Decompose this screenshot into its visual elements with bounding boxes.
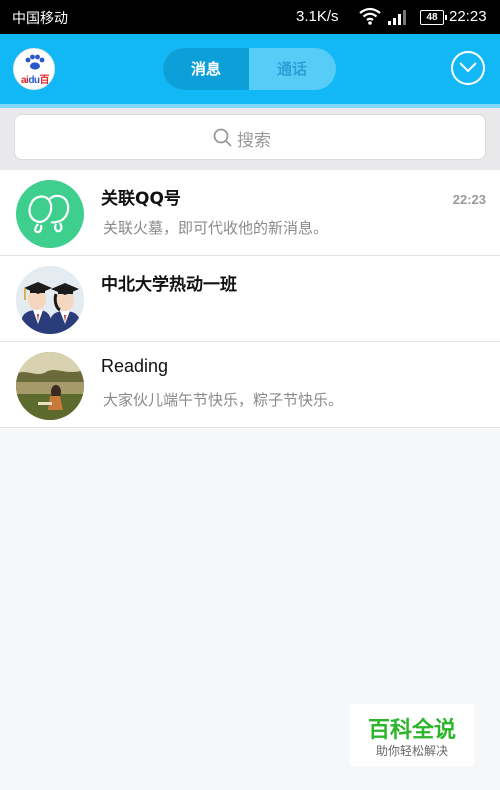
graduates-icon (16, 266, 84, 334)
status-time: 22:23 (449, 8, 487, 25)
carrier-label: 中国移动 (12, 11, 68, 27)
reading-avatar (16, 352, 84, 420)
conversation-preview: 关联火墓，即可代收他的新消息。 (103, 219, 329, 237)
linked-qq-avatar (16, 180, 84, 248)
conversation-time: 22:23 (452, 192, 486, 207)
search-area: 搜索 (0, 108, 500, 170)
tab-switcher: 消息 通话 (163, 48, 336, 90)
baidu-logo-text: aidu百 (20, 75, 50, 86)
tab-messages[interactable]: 消息 (163, 48, 249, 90)
user-avatar[interactable]: aidu百 (13, 48, 55, 90)
dropdown-button[interactable] (451, 51, 485, 85)
photo-thumbnail (16, 352, 84, 420)
signal-icon (388, 9, 410, 29)
battery-indicator: 48 (420, 10, 447, 25)
search-placeholder: 搜索 (237, 131, 271, 151)
app-header: aidu百 消息 通话 (0, 34, 500, 104)
conversation-name: Reading (101, 356, 169, 376)
conversation-preview: 大家伙儿端午节快乐，粽子节快乐。 (103, 391, 344, 409)
conversation-list: 关联QQ号 关联火墓，即可代收他的新消息。 22:23 中北大学热动一班 Rea… (0, 170, 500, 428)
watermark-title: 百科全说 (367, 718, 456, 743)
watermark: 百科全说 助你轻松解决 (350, 704, 474, 766)
conversation-item-reading[interactable]: Reading 大家伙儿端午节快乐，粽子节快乐。 (0, 342, 500, 428)
status-bar: 中国移动 3.1K/s 48 22:23 (0, 0, 500, 34)
tab-calls[interactable]: 通话 (249, 48, 335, 90)
conversation-name: 中北大学热动一班 (101, 275, 237, 295)
linked-accounts-icon (28, 194, 70, 234)
conversation-name: 关联QQ号 (101, 189, 181, 209)
watermark-subtitle: 助你轻松解决 (375, 744, 448, 758)
wifi-icon (358, 7, 382, 29)
chevron-down-icon (459, 62, 477, 73)
network-speed: 3.1K/s (296, 8, 339, 25)
group-avatar (16, 266, 84, 334)
conversation-item-linked-qq[interactable]: 关联QQ号 关联火墓，即可代收他的新消息。 22:23 (0, 170, 500, 256)
search-input[interactable]: 搜索 (14, 114, 486, 160)
conversation-item-class-group[interactable]: 中北大学热动一班 (0, 256, 500, 342)
search-icon (213, 128, 233, 152)
